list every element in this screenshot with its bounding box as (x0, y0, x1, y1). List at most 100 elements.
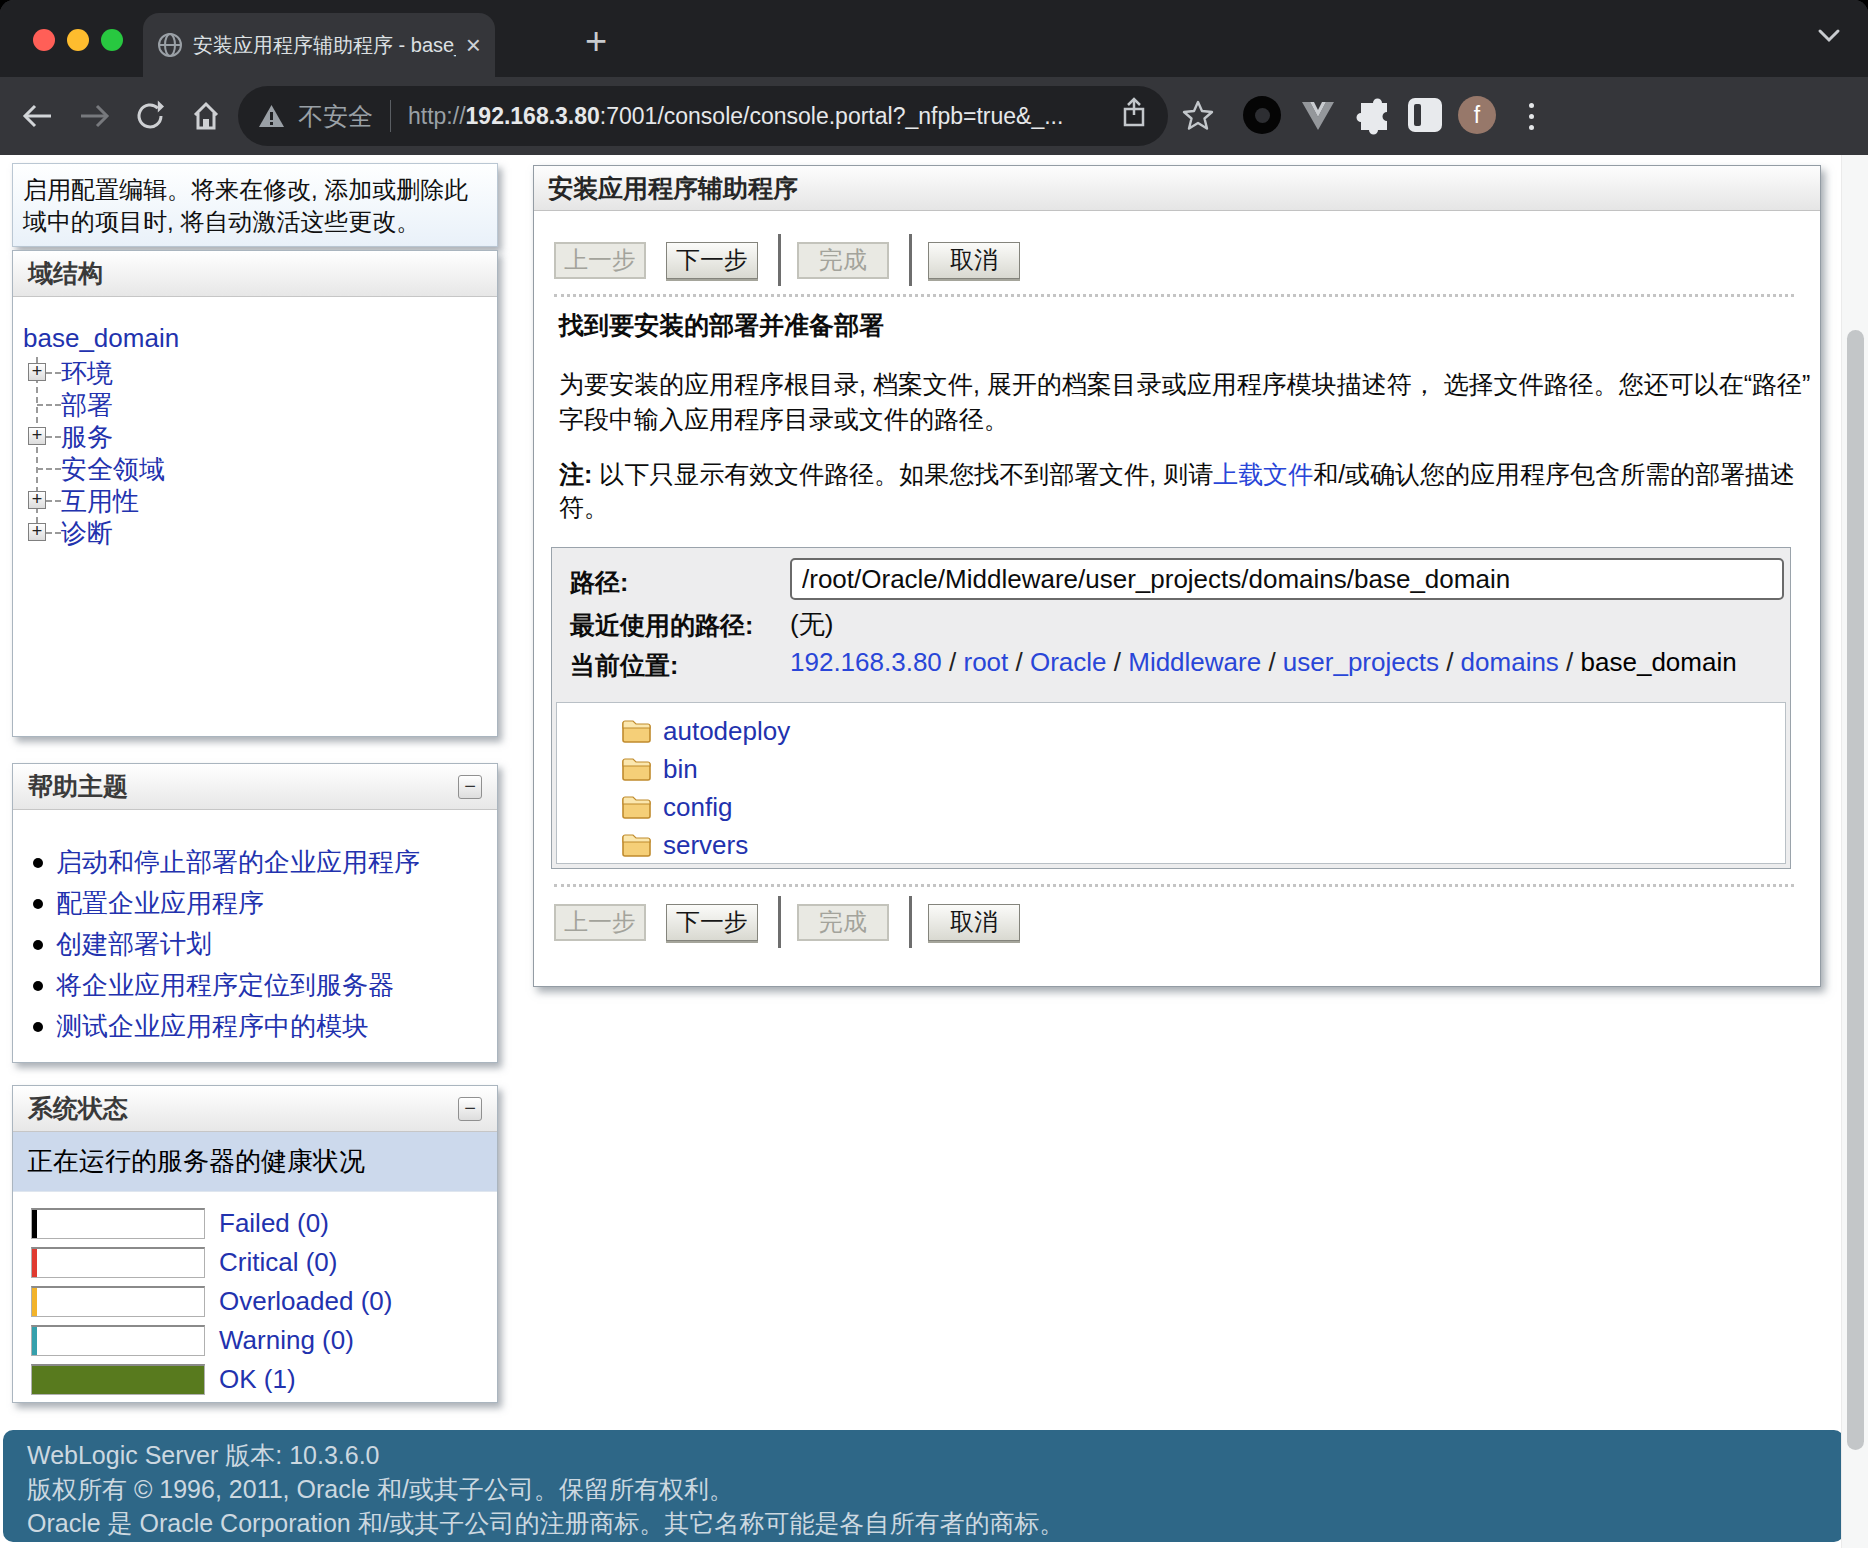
extension-v-icon[interactable] (1298, 96, 1338, 136)
url-text[interactable]: http://192.168.3.80:7001/console/console… (408, 103, 1063, 130)
tree-item-diagnostics[interactable]: +诊断 (13, 517, 497, 549)
side-panel-icon[interactable] (1408, 98, 1442, 132)
minimize-window-button[interactable] (67, 29, 89, 51)
expand-plus-icon[interactable]: + (28, 491, 46, 509)
extension-circle-icon[interactable] (1243, 96, 1281, 134)
notice-text-line2: 域中的项目时, 将自动激活这些更改。 (23, 206, 487, 238)
scrollbar-thumb[interactable] (1847, 330, 1864, 1450)
ok-label[interactable]: OK (1) (219, 1364, 296, 1395)
expand-plus-icon[interactable]: + (28, 427, 46, 445)
new-tab-button[interactable]: + (572, 20, 620, 63)
file-browser: autodeploy bin config servers (556, 702, 1786, 864)
help-link-configure[interactable]: 配置企业应用程序 (13, 883, 497, 924)
help-link-start-stop[interactable]: 启动和停止部署的企业应用程序 (13, 842, 497, 883)
help-link-test-modules[interactable]: 测试企业应用程序中的模块 (13, 1006, 497, 1047)
breadcrumb-middleware[interactable]: Middleware (1128, 647, 1261, 677)
tab-title: 安装应用程序辅助程序 - base_d (193, 32, 456, 59)
next-step-button[interactable]: 下一步 (666, 242, 758, 279)
health-subheader: 正在运行的服务器的健康状况 (13, 1132, 497, 1192)
help-link-target-servers[interactable]: 将企业应用程序定位到服务器 (13, 965, 497, 1006)
collapse-icon[interactable]: − (458, 775, 482, 799)
overloaded-label[interactable]: Overloaded (0) (219, 1286, 392, 1317)
tab-search-chevron-icon[interactable] (1816, 26, 1842, 48)
back-button[interactable] (14, 92, 62, 140)
reload-button[interactable] (126, 92, 174, 140)
wizard-buttons-bottom: 上一步 下一步 完成 取消 (554, 896, 1040, 948)
tree-item-interoperability[interactable]: +互用性 (13, 485, 497, 517)
breadcrumb-oracle[interactable]: Oracle (1030, 647, 1107, 677)
breadcrumb-user-projects[interactable]: user_projects (1283, 647, 1439, 677)
tree-root-base-domain[interactable]: base_domain (13, 323, 497, 357)
folder-icon (621, 793, 652, 827)
button-separator (909, 896, 912, 948)
tree-item-services[interactable]: +服务 (13, 421, 497, 453)
page-content: 启用配置编辑。将来在修改, 添加或删除此 域中的项目时, 将自动激活这些更改。 … (0, 155, 1868, 1548)
footer: WebLogic Server 版本: 10.3.6.0 版权所有 © 1996… (3, 1430, 1844, 1542)
status-row-failed: Failed (0) (31, 1204, 497, 1243)
not-secure-warning-icon (258, 104, 285, 128)
path-input[interactable] (790, 558, 1784, 600)
close-window-button[interactable] (33, 29, 55, 51)
failed-label[interactable]: Failed (0) (219, 1208, 329, 1239)
folder-row-config[interactable]: config (557, 788, 1785, 826)
wizard-buttons-top: 上一步 下一步 完成 取消 (554, 234, 1040, 286)
tree-item-deployments[interactable]: 部署 (13, 389, 497, 421)
notice-text-line1: 启用配置编辑。将来在修改, 添加或删除此 (23, 174, 487, 206)
maximize-window-button[interactable] (101, 29, 123, 51)
folder-row-autodeploy[interactable]: autodeploy (557, 712, 1785, 750)
step-heading: 找到要安装的部署并准备部署 (559, 309, 884, 342)
back-step-button[interactable]: 上一步 (554, 242, 646, 279)
forward-button[interactable] (70, 92, 118, 140)
recent-paths-label: 最近使用的路径: (570, 609, 753, 642)
domain-structure-box: 域结构 base_domain +环境 部署 +服务 安全领域 +互用性 +诊断 (12, 250, 498, 737)
tree-item-environment[interactable]: +环境 (13, 357, 497, 389)
globe-favicon-icon (157, 32, 183, 58)
finish-button[interactable]: 完成 (797, 904, 889, 941)
button-separator (778, 896, 781, 948)
folder-row-bin[interactable]: bin (557, 750, 1785, 788)
back-step-button[interactable]: 上一步 (554, 904, 646, 941)
breadcrumb-root[interactable]: root (963, 647, 1008, 677)
failed-bar (31, 1208, 205, 1239)
extensions-puzzle-icon[interactable] (1352, 96, 1392, 136)
help-link-create-plan[interactable]: 创建部署计划 (13, 924, 497, 965)
finish-button[interactable]: 完成 (797, 242, 889, 279)
home-button[interactable] (182, 92, 230, 140)
folder-icon (621, 831, 652, 865)
breadcrumb-host[interactable]: 192.168.3.80 (790, 647, 942, 677)
share-icon[interactable] (1120, 97, 1148, 135)
button-separator (778, 234, 781, 286)
address-bar[interactable]: 不安全 http://192.168.3.80:7001/console/con… (238, 86, 1168, 146)
not-secure-label[interactable]: 不安全 (298, 100, 373, 133)
browser-menu-icon[interactable] (1516, 96, 1546, 136)
folder-icon (621, 717, 652, 751)
expand-plus-icon[interactable]: + (28, 363, 46, 381)
address-separator (390, 100, 391, 132)
browser-tab[interactable]: 安装应用程序辅助程序 - base_d × (143, 13, 495, 77)
profile-avatar[interactable]: f (1458, 96, 1496, 134)
page-scrollbar[interactable] (1841, 155, 1868, 1548)
collapse-icon[interactable]: − (458, 1097, 482, 1121)
system-status-box: 系统状态− 正在运行的服务器的健康状况 Failed (0) Critical … (12, 1085, 498, 1403)
warning-label[interactable]: Warning (0) (219, 1325, 354, 1356)
cancel-button[interactable]: 取消 (928, 242, 1020, 279)
recent-paths-value: (无) (790, 607, 833, 642)
breadcrumb-current: base_domain (1581, 647, 1737, 677)
breadcrumb-domains[interactable]: domains (1461, 647, 1559, 677)
upload-file-link[interactable]: 上载文件 (1213, 460, 1313, 488)
cancel-button[interactable]: 取消 (928, 904, 1020, 941)
footer-version: WebLogic Server 版本: 10.3.6.0 (27, 1438, 1844, 1472)
note-paragraph: 注: 以下只显示有效文件路径。如果您找不到部署文件, 则请上载文件和/或确认您的… (559, 458, 1795, 524)
status-row-warning: Warning (0) (31, 1321, 497, 1360)
folder-row-servers[interactable]: servers (557, 826, 1785, 864)
window-controls[interactable] (33, 29, 123, 51)
change-center-notice: 启用配置编辑。将来在修改, 添加或删除此 域中的项目时, 将自动激活这些更改。 (12, 163, 498, 247)
bookmark-star-icon[interactable] (1182, 99, 1214, 135)
critical-label[interactable]: Critical (0) (219, 1247, 337, 1278)
health-bars: Failed (0) Critical (0) Overloaded (0) W… (13, 1192, 497, 1399)
status-row-critical: Critical (0) (31, 1243, 497, 1282)
tree-item-security-realms[interactable]: 安全领域 (13, 453, 497, 485)
expand-plus-icon[interactable]: + (28, 523, 46, 541)
tab-close-icon[interactable]: × (466, 32, 481, 58)
next-step-button[interactable]: 下一步 (666, 904, 758, 941)
